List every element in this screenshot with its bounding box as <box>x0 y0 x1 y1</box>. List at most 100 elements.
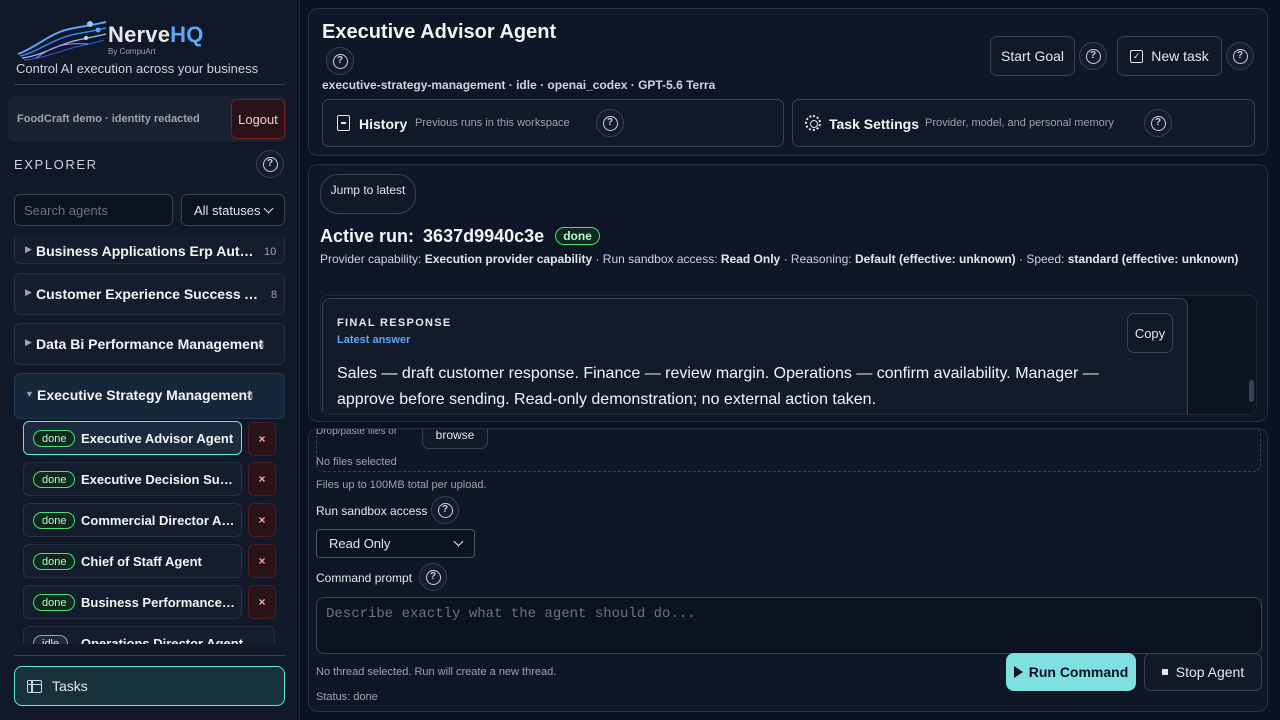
brand-name: NerveHQ <box>108 22 204 47</box>
help-icon: ? <box>602 115 618 131</box>
stop-agent-label: Stop Agent <box>1175 664 1245 680</box>
command-prompt-input[interactable] <box>316 597 1262 654</box>
group-executive-strategy[interactable]: ▼ Executive Strategy Management 8 <box>14 373 285 419</box>
brand: NerveHQ By CompuArt Control AI execution… <box>16 18 286 78</box>
final-response-card: FINAL RESPONSE Latest answer Copy Sales … <box>322 298 1188 414</box>
start-goal-button[interactable]: Start Goal <box>990 36 1075 76</box>
run-title-prefix: Active run: <box>320 226 415 246</box>
agent-item[interactable]: done Business Performance ... <box>23 585 242 619</box>
tasks-label: Tasks <box>52 678 88 694</box>
no-files-text: No files selected <box>316 456 397 468</box>
delete-agent-button[interactable]: × <box>248 422 276 456</box>
new-task-help-button[interactable]: ? <box>1226 42 1254 70</box>
task-settings-title: Task Settings <box>829 116 919 132</box>
nervehq-logo-icon <box>17 21 107 61</box>
browse-button[interactable]: browse <box>422 429 488 449</box>
agent-name: Business Performance ... <box>81 595 236 610</box>
start-goal-help-button[interactable]: ? <box>1079 42 1107 70</box>
help-icon: ? <box>1085 48 1101 64</box>
new-task-button[interactable]: ✓ New task <box>1117 36 1222 76</box>
capability-value: Execution provider capability <box>424 252 593 266</box>
help-icon: ? <box>332 53 348 69</box>
help-icon: ? <box>262 156 278 172</box>
agent-item[interactable]: done Commercial Director Ag... <box>23 503 242 537</box>
explorer-title: EXPLORER <box>14 157 98 172</box>
sandbox-label: Run sandbox access <box>316 504 428 518</box>
explorer-help-button[interactable]: ? <box>256 150 284 178</box>
task-settings-desc: Provider, model, and personal memory <box>925 117 1114 129</box>
help-icon: ? <box>437 502 453 518</box>
agent-name: Commercial Director Ag... <box>81 513 236 528</box>
delete-agent-button[interactable]: × <box>248 462 276 496</box>
agent-name: Executive Advisor Agent <box>81 431 234 446</box>
caret-right-icon: ▶ <box>25 287 32 297</box>
run-command-label: Run Command <box>1028 664 1129 680</box>
speed-value: standard (effective: unknown) <box>1067 252 1239 266</box>
scrollbar[interactable] <box>1249 380 1254 402</box>
divider <box>14 84 285 85</box>
status-badge: done <box>555 227 600 245</box>
copy-button[interactable]: Copy <box>1127 313 1173 353</box>
task-settings-help-button[interactable]: ? <box>1144 109 1172 137</box>
dropzone-text: Drop/paste files or <box>316 428 398 437</box>
agent-name: Operations Director Agent <box>81 636 244 644</box>
speed-label: Speed: <box>1026 252 1065 266</box>
copy-label: Copy <box>1134 325 1166 341</box>
divider <box>14 655 285 656</box>
final-response-text: Sales — draft customer response. Finance… <box>337 365 1099 408</box>
sandbox-select[interactable]: Read Only <box>316 529 475 558</box>
delete-agent-button[interactable]: × <box>248 544 276 578</box>
sandbox-value: Read Only <box>720 252 781 266</box>
capability-label: Provider capability: <box>320 252 422 266</box>
caret-right-icon: ▶ <box>25 337 32 347</box>
title-help-button[interactable]: ? <box>326 47 354 75</box>
thread-note: No thread selected. Run will create a ne… <box>316 666 557 678</box>
group-count: 8 <box>258 339 265 351</box>
gear-icon <box>805 115 821 131</box>
caret-down-icon: ▼ <box>25 389 34 399</box>
stop-icon <box>1161 669 1168 675</box>
history-desc: Previous runs in this workspace <box>415 117 570 129</box>
agent-item[interactable]: done Chief of Staff Agent <box>23 544 242 578</box>
stop-agent-button[interactable]: Stop Agent <box>1144 653 1262 691</box>
delete-agent-button[interactable]: × <box>248 503 276 537</box>
group-customer-experience[interactable]: ▶ Customer Experience Success Af... 8 <box>14 273 285 315</box>
tasks-button[interactable]: Tasks <box>14 666 285 706</box>
group-data-bi[interactable]: ▶ Data Bi Performance Management 8 <box>14 323 285 365</box>
group-name: Executive Strategy Management <box>37 387 252 403</box>
task-settings-card[interactable]: Task Settings Provider, model, and perso… <box>792 99 1255 147</box>
history-help-button[interactable]: ? <box>596 109 624 137</box>
response-scroll-area[interactable]: FINAL RESPONSE Latest answer Copy Sales … <box>320 295 1257 415</box>
account-label: FoodCraft demo · identity redacted <box>17 113 200 125</box>
status-badge: done <box>33 553 76 570</box>
reasoning-value: Default (effective: unknown) <box>854 252 1016 266</box>
agent-item[interactable]: idle Operations Director Agent <box>23 626 275 644</box>
brand-sub: By CompuArt <box>108 47 156 56</box>
logout-button[interactable]: Logout <box>231 99 285 139</box>
history-card[interactable]: History Previous runs in this workspace … <box>322 99 784 147</box>
search-agents-input[interactable] <box>14 194 173 226</box>
status-filter-value: All statuses <box>194 202 261 218</box>
delete-agent-button[interactable]: × <box>248 585 276 619</box>
run-panel: Jump to latest Active run: 3637d9940c3e … <box>308 164 1268 422</box>
prompt-help-button[interactable]: ? <box>419 563 447 591</box>
status-text: Status: done <box>316 691 378 703</box>
sandbox-help-button[interactable]: ? <box>431 496 459 524</box>
agent-name: Chief of Staff Agent <box>81 554 202 569</box>
run-info: Provider capability: Execution provider … <box>320 252 1239 266</box>
latest-answer-label: Latest answer <box>337 334 411 346</box>
group-name: Customer Experience Success Af... <box>36 286 264 302</box>
agent-item[interactable]: done Executive Advisor Agent <box>23 421 242 455</box>
group-name: Data Bi Performance Management <box>36 336 264 352</box>
status-badge: idle <box>33 635 69 644</box>
run-id: 3637d9940c3e <box>423 226 545 246</box>
status-filter-select[interactable]: All statuses <box>181 194 285 226</box>
status-badge: done <box>33 471 76 488</box>
jump-to-latest-button[interactable]: Jump to latest <box>320 174 416 214</box>
group-name: Business Applications Erp Auto... <box>36 243 254 259</box>
status-badge: done <box>33 430 76 447</box>
upload-note: Files up to 100MB total per upload. <box>316 479 487 491</box>
run-command-button[interactable]: Run Command <box>1006 653 1136 691</box>
agent-item[interactable]: done Executive Decision Sup... <box>23 462 242 496</box>
group-business-applications[interactable]: ▶ Business Applications Erp Auto... 10 <box>14 236 285 264</box>
